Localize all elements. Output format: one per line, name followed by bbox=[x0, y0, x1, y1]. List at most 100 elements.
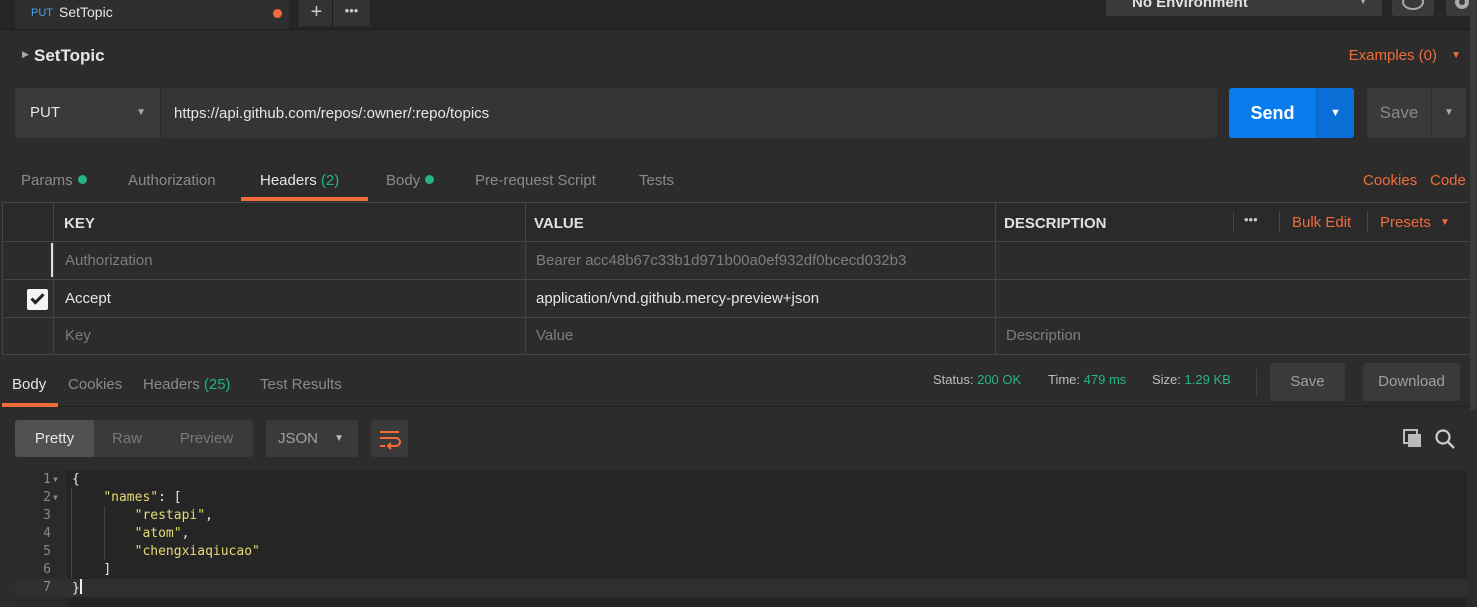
http-method-select[interactable]: PUT ▼ bbox=[15, 88, 161, 138]
tab-authorization[interactable]: Authorization bbox=[128, 172, 216, 189]
tab-options-button[interactable]: ••• bbox=[332, 0, 370, 26]
tab-headers[interactable]: Headers (2) bbox=[260, 172, 339, 189]
size-label: Size: bbox=[1152, 372, 1181, 387]
send-button[interactable]: Send bbox=[1229, 88, 1316, 138]
response-format-select[interactable]: JSON ▼ bbox=[266, 420, 358, 457]
response-tab-headers[interactable]: Headers (25) bbox=[143, 376, 231, 393]
save-response-button[interactable]: Save bbox=[1270, 363, 1345, 401]
expand-caret-icon[interactable]: ▶ bbox=[22, 49, 29, 60]
code-text: "restapi", bbox=[134, 508, 213, 523]
checkmark-icon bbox=[30, 290, 45, 305]
search-icon[interactable] bbox=[1433, 427, 1457, 451]
download-response-button[interactable]: Download bbox=[1363, 363, 1460, 401]
enable-header-checkbox[interactable] bbox=[27, 289, 48, 310]
header-description[interactable] bbox=[995, 280, 1477, 317]
tab-count: (2) bbox=[320, 172, 340, 189]
code-text: { bbox=[72, 472, 80, 487]
cookies-link[interactable]: Cookies bbox=[1363, 172, 1417, 189]
table-row: Authorization Bearer acc48b67c33b1d971b0… bbox=[2, 242, 1477, 280]
response-tab-body[interactable]: Body bbox=[12, 376, 46, 393]
tab-body[interactable]: Body bbox=[386, 172, 435, 189]
wrap-lines-button[interactable] bbox=[371, 420, 408, 457]
view-preview-button[interactable]: Preview bbox=[160, 420, 253, 457]
header-key[interactable]: Accept bbox=[65, 290, 111, 307]
copy-icon[interactable] bbox=[1402, 428, 1424, 450]
table-options-button[interactable]: ••• bbox=[1244, 212, 1258, 227]
value-column-header: VALUE bbox=[534, 215, 584, 232]
vertical-scrollbar[interactable] bbox=[1470, 0, 1477, 410]
header-value[interactable]: Bearer acc48b67c33b1d971b00a0ef932df0bce… bbox=[536, 252, 906, 269]
bulk-edit-link[interactable]: Bulk Edit bbox=[1292, 214, 1351, 231]
header-description[interactable] bbox=[995, 242, 1477, 279]
tab-label: Headers bbox=[260, 172, 317, 189]
code-link[interactable]: Code bbox=[1430, 172, 1466, 189]
response-body-editor[interactable]: 1 ▼ { 2 ▼ "names": [ 3 "restapi", 4 "ato… bbox=[15, 470, 1467, 607]
chevron-down-icon[interactable]: ▼ bbox=[1440, 217, 1450, 228]
line-number: 2 bbox=[43, 490, 51, 505]
environment-quick-look-button[interactable] bbox=[1392, 0, 1434, 16]
key-placeholder[interactable]: Key bbox=[65, 327, 91, 344]
table-row: Accept application/vnd.github.mercy-prev… bbox=[2, 280, 1477, 318]
line-number: 7 bbox=[43, 580, 51, 595]
code-line: 4 "atom", bbox=[15, 525, 1467, 543]
tab-label: Tests bbox=[639, 172, 675, 189]
view-pretty-button[interactable]: Pretty bbox=[15, 420, 94, 457]
plus-icon: + bbox=[310, 1, 323, 23]
time-value[interactable]: 479 ms bbox=[1084, 372, 1127, 387]
code-text: "names": [ bbox=[103, 490, 182, 505]
header-key[interactable]: Authorization bbox=[65, 252, 153, 269]
status-value[interactable]: 200 OK bbox=[977, 372, 1021, 387]
request-title-row: ▶ SetTopic Examples (0) ▼ bbox=[0, 31, 1477, 79]
active-tab-indicator bbox=[241, 197, 368, 201]
chevron-down-icon: ▼ bbox=[334, 433, 344, 444]
tab-label: Authorization bbox=[128, 172, 216, 189]
tab-tests[interactable]: Tests bbox=[639, 172, 674, 189]
tab-count: (25) bbox=[203, 376, 231, 393]
description-column-header: DESCRIPTION bbox=[1004, 215, 1107, 232]
chevron-down-icon: ▼ bbox=[1358, 0, 1368, 7]
has-content-dot bbox=[425, 175, 435, 184]
save-button[interactable]: Save bbox=[1367, 88, 1431, 138]
code-line: 3 "restapi", bbox=[15, 507, 1467, 525]
tab-params[interactable]: Params bbox=[21, 172, 87, 189]
status-meta: Status: 200 OK bbox=[933, 372, 1021, 387]
examples-dropdown[interactable]: Examples (0) bbox=[1349, 47, 1437, 64]
chevron-down-icon[interactable]: ▼ bbox=[1451, 50, 1461, 61]
line-number: 3 bbox=[43, 508, 51, 523]
code-line-active: 7 } bbox=[15, 579, 1467, 597]
tab-pre-request-script[interactable]: Pre-request Script bbox=[475, 172, 596, 189]
tab-label: Pre-request Script bbox=[475, 172, 596, 189]
chevron-down-icon: ▼ bbox=[1444, 107, 1454, 118]
environment-select[interactable]: No Environment ▼ bbox=[1106, 0, 1382, 16]
fold-arrow-icon[interactable]: ▼ bbox=[53, 489, 58, 507]
request-url-input[interactable] bbox=[161, 88, 1217, 138]
chevron-down-icon: ▼ bbox=[1330, 107, 1341, 119]
save-options-button[interactable]: ▼ bbox=[1431, 88, 1466, 138]
description-placeholder[interactable]: Description bbox=[1006, 327, 1081, 344]
request-name[interactable]: SetTopic bbox=[34, 46, 105, 66]
chevron-down-icon: ▼ bbox=[136, 107, 146, 118]
size-value[interactable]: 1.29 KB bbox=[1185, 372, 1231, 387]
active-tab-indicator bbox=[2, 403, 58, 407]
line-number: 4 bbox=[43, 526, 51, 541]
fold-arrow-icon[interactable]: ▼ bbox=[53, 471, 58, 489]
eye-icon bbox=[1402, 0, 1424, 10]
table-header-row: KEY VALUE DESCRIPTION ••• Bulk Edit Pres… bbox=[2, 203, 1477, 242]
response-tab-test-results[interactable]: Test Results bbox=[260, 376, 342, 393]
has-content-dot bbox=[77, 175, 87, 184]
line-number: 5 bbox=[43, 544, 51, 559]
text-cursor bbox=[79, 579, 82, 594]
wrap-lines-icon bbox=[380, 431, 401, 450]
send-options-button[interactable]: ▼ bbox=[1316, 88, 1354, 138]
view-raw-button[interactable]: Raw bbox=[94, 420, 160, 457]
presets-dropdown[interactable]: Presets bbox=[1380, 214, 1431, 231]
size-meta: Size: 1.29 KB bbox=[1152, 372, 1231, 387]
unsaved-changes-dot[interactable] bbox=[273, 9, 282, 18]
response-tab-cookies[interactable]: Cookies bbox=[68, 376, 122, 393]
code-line: 1 ▼ { bbox=[15, 471, 1467, 489]
table-row-new: Key Value Description bbox=[2, 318, 1477, 355]
header-value[interactable]: application/vnd.github.mercy-preview+jso… bbox=[536, 290, 819, 307]
new-tab-button[interactable]: + bbox=[297, 0, 335, 26]
request-tab[interactable]: PUT SetTopic bbox=[15, 0, 289, 29]
value-placeholder[interactable]: Value bbox=[536, 327, 573, 344]
